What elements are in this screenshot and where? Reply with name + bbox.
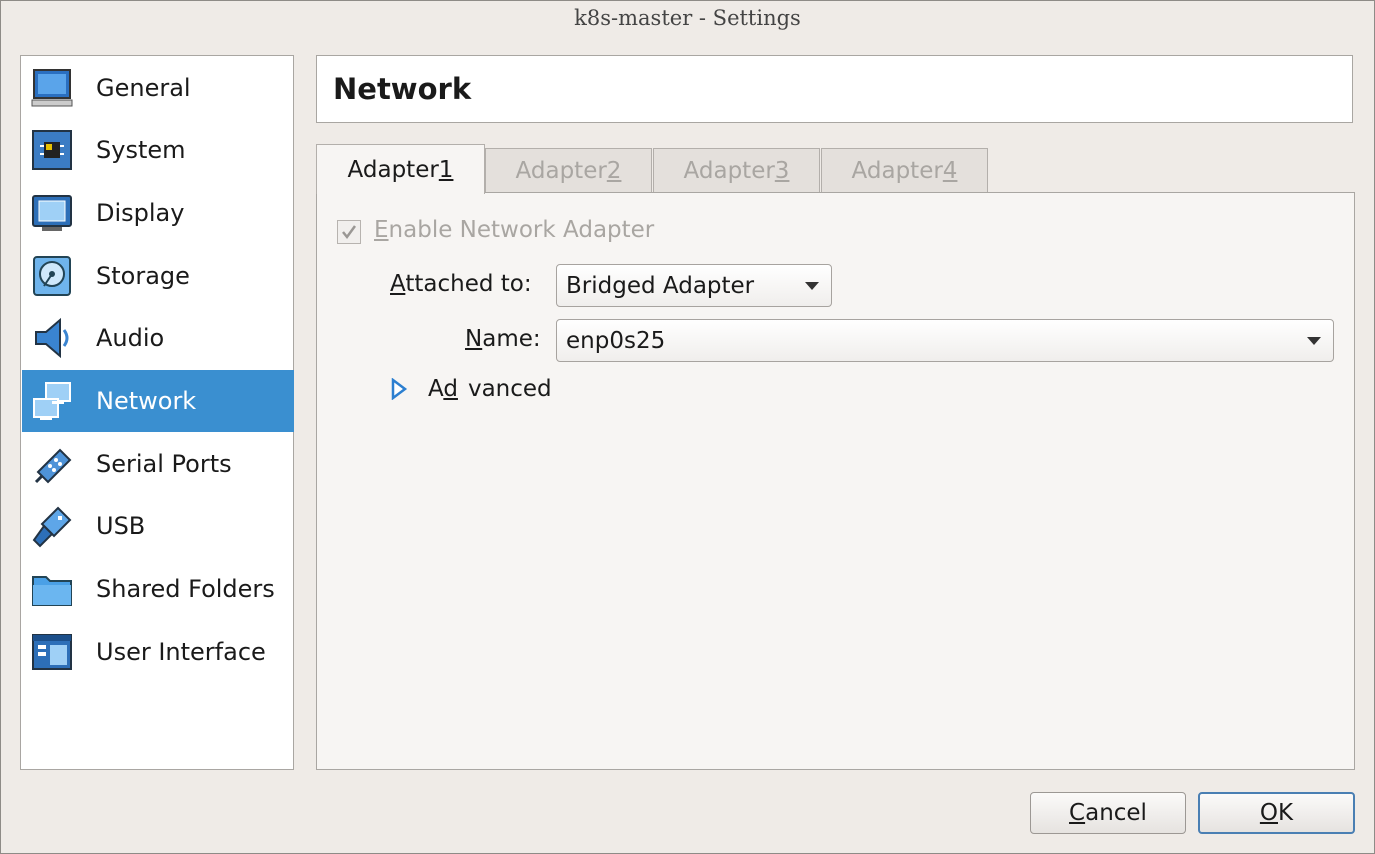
sidebar-item-shared-folders[interactable]: Shared Folders [22, 558, 294, 620]
sidebar-item-system[interactable]: System [22, 119, 294, 181]
speaker-icon [30, 316, 74, 360]
adapter-name-dropdown[interactable]: enp0s25 [556, 319, 1334, 362]
sidebar-item-audio[interactable]: Audio [22, 307, 294, 369]
serial-port-icon [30, 442, 74, 486]
disk-icon [30, 254, 74, 298]
sidebar-item-network[interactable]: Network [22, 370, 294, 432]
network-icon [30, 379, 74, 423]
name-label: Name: [465, 326, 541, 352]
sidebar-item-display[interactable]: Display [22, 182, 294, 244]
sidebar-item-storage[interactable]: Storage [22, 245, 294, 307]
sidebar-item-general[interactable]: General [22, 57, 294, 119]
settings-sidebar: General System Display Storage Audio Net… [20, 55, 294, 770]
ok-button[interactable]: OK [1198, 792, 1355, 834]
dropdown-arrow-icon [1307, 336, 1321, 345]
sidebar-item-serial-ports[interactable]: Serial Ports [22, 433, 294, 495]
tab-adapter-1[interactable]: Adapter 1 [316, 144, 485, 194]
window-title: k8s-master - Settings [574, 6, 801, 30]
dropdown-arrow-icon [805, 281, 819, 290]
tab-adapter-2[interactable]: Adapter 2 [485, 148, 652, 193]
expand-triangle-icon [391, 378, 408, 400]
display-icon [30, 191, 74, 235]
attached-to-label: Attached to: [390, 271, 532, 297]
usb-icon [30, 504, 74, 548]
chip-icon [30, 128, 74, 172]
tab-adapter-4[interactable]: Adapter 4 [821, 148, 988, 193]
enable-adapter-checkbox[interactable] [337, 220, 361, 244]
cancel-button[interactable]: Cancel [1030, 792, 1186, 834]
window-icon [30, 630, 74, 674]
tab-adapter-3[interactable]: Adapter 3 [653, 148, 820, 193]
monitor-icon [30, 66, 74, 110]
checkmark-icon [342, 225, 357, 240]
enable-adapter-label: Enable Network Adapter [374, 217, 655, 243]
page-title: Network [333, 72, 472, 106]
page-header: Network [316, 55, 1353, 123]
folder-icon [30, 567, 74, 611]
advanced-toggle[interactable]: Ad vanced [390, 376, 552, 402]
sidebar-item-usb[interactable]: USB [22, 495, 294, 557]
attached-to-dropdown[interactable]: Bridged Adapter [556, 264, 832, 307]
sidebar-item-user-interface[interactable]: User Interface [22, 621, 294, 683]
